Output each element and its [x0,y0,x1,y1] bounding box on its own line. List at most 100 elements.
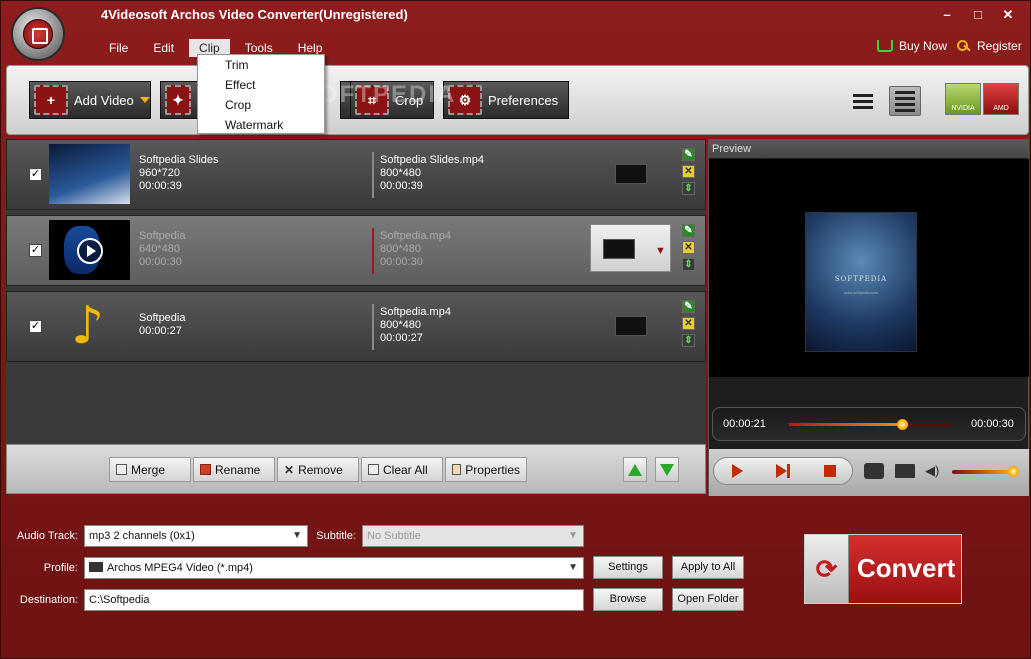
output-format-icon[interactable] [615,164,647,184]
volume-icon[interactable]: ◀) [925,463,939,479]
source-info: Softpedia Slides 960*720 00:00:39 [139,154,219,193]
volume-knob[interactable] [1008,466,1019,477]
list-view-button[interactable] [847,86,879,116]
buy-now-link[interactable]: Buy Now [877,39,947,53]
source-name: Softpedia [139,230,186,242]
file-row[interactable]: ✓ Softpedia Slides 960*720 00:00:39 Soft… [6,139,706,210]
preferences-label: Preferences [488,92,559,108]
properties-button[interactable]: Properties [445,457,527,482]
register-link[interactable]: Register [957,39,1022,53]
preferences-button[interactable]: ⚙ Preferences [443,81,569,119]
delete-icon[interactable]: ✕ [682,241,695,254]
output-format-select[interactable]: ▼ [590,224,671,272]
preview-frame: SOFTPEDIA www.softpedia.com [805,212,917,352]
seek-knob[interactable] [897,419,909,430]
edit-icon[interactable]: ✎ [682,148,695,161]
output-format-icon[interactable] [615,316,647,336]
dropdown-caret-icon [139,97,150,103]
source-info: Softpedia 00:00:27 [139,312,185,338]
convert-label: Convert [857,553,956,583]
expand-icon[interactable]: ⇕ [682,334,695,347]
settings-button[interactable]: Settings [593,556,663,579]
pencil-icon [200,464,211,475]
menu-item-watermark[interactable]: Watermark [198,115,324,135]
effect-button[interactable]: ✦ [160,81,198,119]
subtitle-select[interactable]: No Subtitle ▼ [362,525,584,547]
output-name: Softpedia Slides.mp4 [380,154,484,166]
play-overlay-icon[interactable] [77,238,103,264]
audio-track-select[interactable]: mp3 2 channels (0x1) ▼ [84,525,308,547]
delete-icon[interactable]: ✕ [682,165,695,178]
profile-select[interactable]: Archos MPEG4 Video (*.mp4) ▼ [84,557,584,579]
file-checkbox[interactable]: ✓ [29,320,42,333]
restore-button[interactable]: □ [969,7,987,22]
detail-view-button[interactable] [889,86,921,116]
menu-item-trim[interactable]: Trim [198,55,324,75]
output-name: Softpedia.mp4 [380,230,451,242]
profile-label: Profile: [43,562,78,574]
minimize-button[interactable]: – [938,7,956,22]
profile-value: Archos MPEG4 Video (*.mp4) [107,562,253,574]
preview-header: Preview [709,140,1028,158]
app-window: 4Videosoft Archos Video Converter(Unregi… [0,0,1031,659]
source-duration: 00:00:30 [139,256,182,268]
menu-item-effect[interactable]: Effect [198,75,324,95]
effect-icon: ✦ [165,85,191,115]
add-icon: + [34,85,68,115]
file-checkbox[interactable]: ✓ [29,168,42,181]
rename-button[interactable]: Rename [193,457,275,482]
source-duration: 00:00:39 [139,180,182,192]
delete-icon[interactable]: ✕ [682,317,695,330]
chevron-down-icon: ▼ [292,530,302,541]
key-icon [957,40,971,52]
file-list: ✓ Softpedia Slides 960*720 00:00:39 Soft… [6,139,706,444]
output-duration: 00:00:27 [380,332,423,344]
destination-label: Destination: [19,594,78,606]
remove-button[interactable]: ✕ Remove [277,457,359,482]
expand-icon[interactable]: ⇕ [682,182,695,195]
apply-to-all-button[interactable]: Apply to All [672,556,744,579]
subtitle-label: Subtitle: [316,530,356,542]
snapshot-icon[interactable] [864,463,884,479]
volume-slider[interactable] [952,470,1014,474]
add-video-button[interactable]: + Add Video [29,81,151,119]
output-info: Softpedia.mp4 800*480 00:00:27 [380,306,451,345]
file-checkbox[interactable]: ✓ [29,244,42,257]
menu-item-crop[interactable]: Crop [198,95,324,115]
source-resolution: 640*480 [139,243,180,255]
list-toolbar: Merge Rename ✕ Remove Clear All Properti… [6,444,706,494]
seek-track[interactable] [789,423,951,426]
music-note-icon: ♪ [71,296,105,356]
convert-button[interactable]: ⟳ Convert [804,534,962,604]
seek-bar[interactable]: 00:00:21 00:00:30 [712,407,1026,441]
file-row[interactable]: ✓ ♪ Softpedia 00:00:27 Softpedia.mp4 800… [6,291,706,362]
close-button[interactable]: ✕ [999,7,1017,23]
clear-all-icon [368,464,379,475]
amd-badge[interactable]: AMD [983,83,1019,115]
rename-label: Rename [215,462,261,477]
move-down-button[interactable] [655,457,679,482]
file-row[interactable]: ✓ Softpedia 640*480 00:00:30 Softpedia.m… [6,215,706,286]
nvidia-badge[interactable]: NVIDIA [945,83,981,115]
output-resolution: 800*480 [380,243,421,255]
output-duration: 00:00:39 [380,180,423,192]
menu-file[interactable]: File [99,39,138,57]
output-settings: Audio Track: mp3 2 channels (0x1) ▼ Subt… [6,498,1029,638]
subtitle-value: No Subtitle [367,530,421,542]
stop-button[interactable] [824,465,836,477]
folder-icon[interactable] [895,464,915,478]
edit-icon[interactable]: ✎ [682,224,695,237]
next-frame-button[interactable] [776,464,790,478]
edit-icon[interactable]: ✎ [682,300,695,313]
menu-edit[interactable]: Edit [143,39,184,57]
expand-icon[interactable]: ⇕ [682,258,695,271]
current-time: 00:00:21 [723,418,766,430]
destination-input[interactable]: C:\Softpedia [84,589,584,611]
clear-all-button[interactable]: Clear All [361,457,443,482]
merge-button[interactable]: Merge [109,457,191,482]
open-folder-button[interactable]: Open Folder [672,588,744,611]
browse-button[interactable]: Browse [593,588,663,611]
play-button[interactable] [732,464,743,478]
move-up-button[interactable] [623,457,647,482]
audio-track-label: Audio Track: [16,530,78,542]
